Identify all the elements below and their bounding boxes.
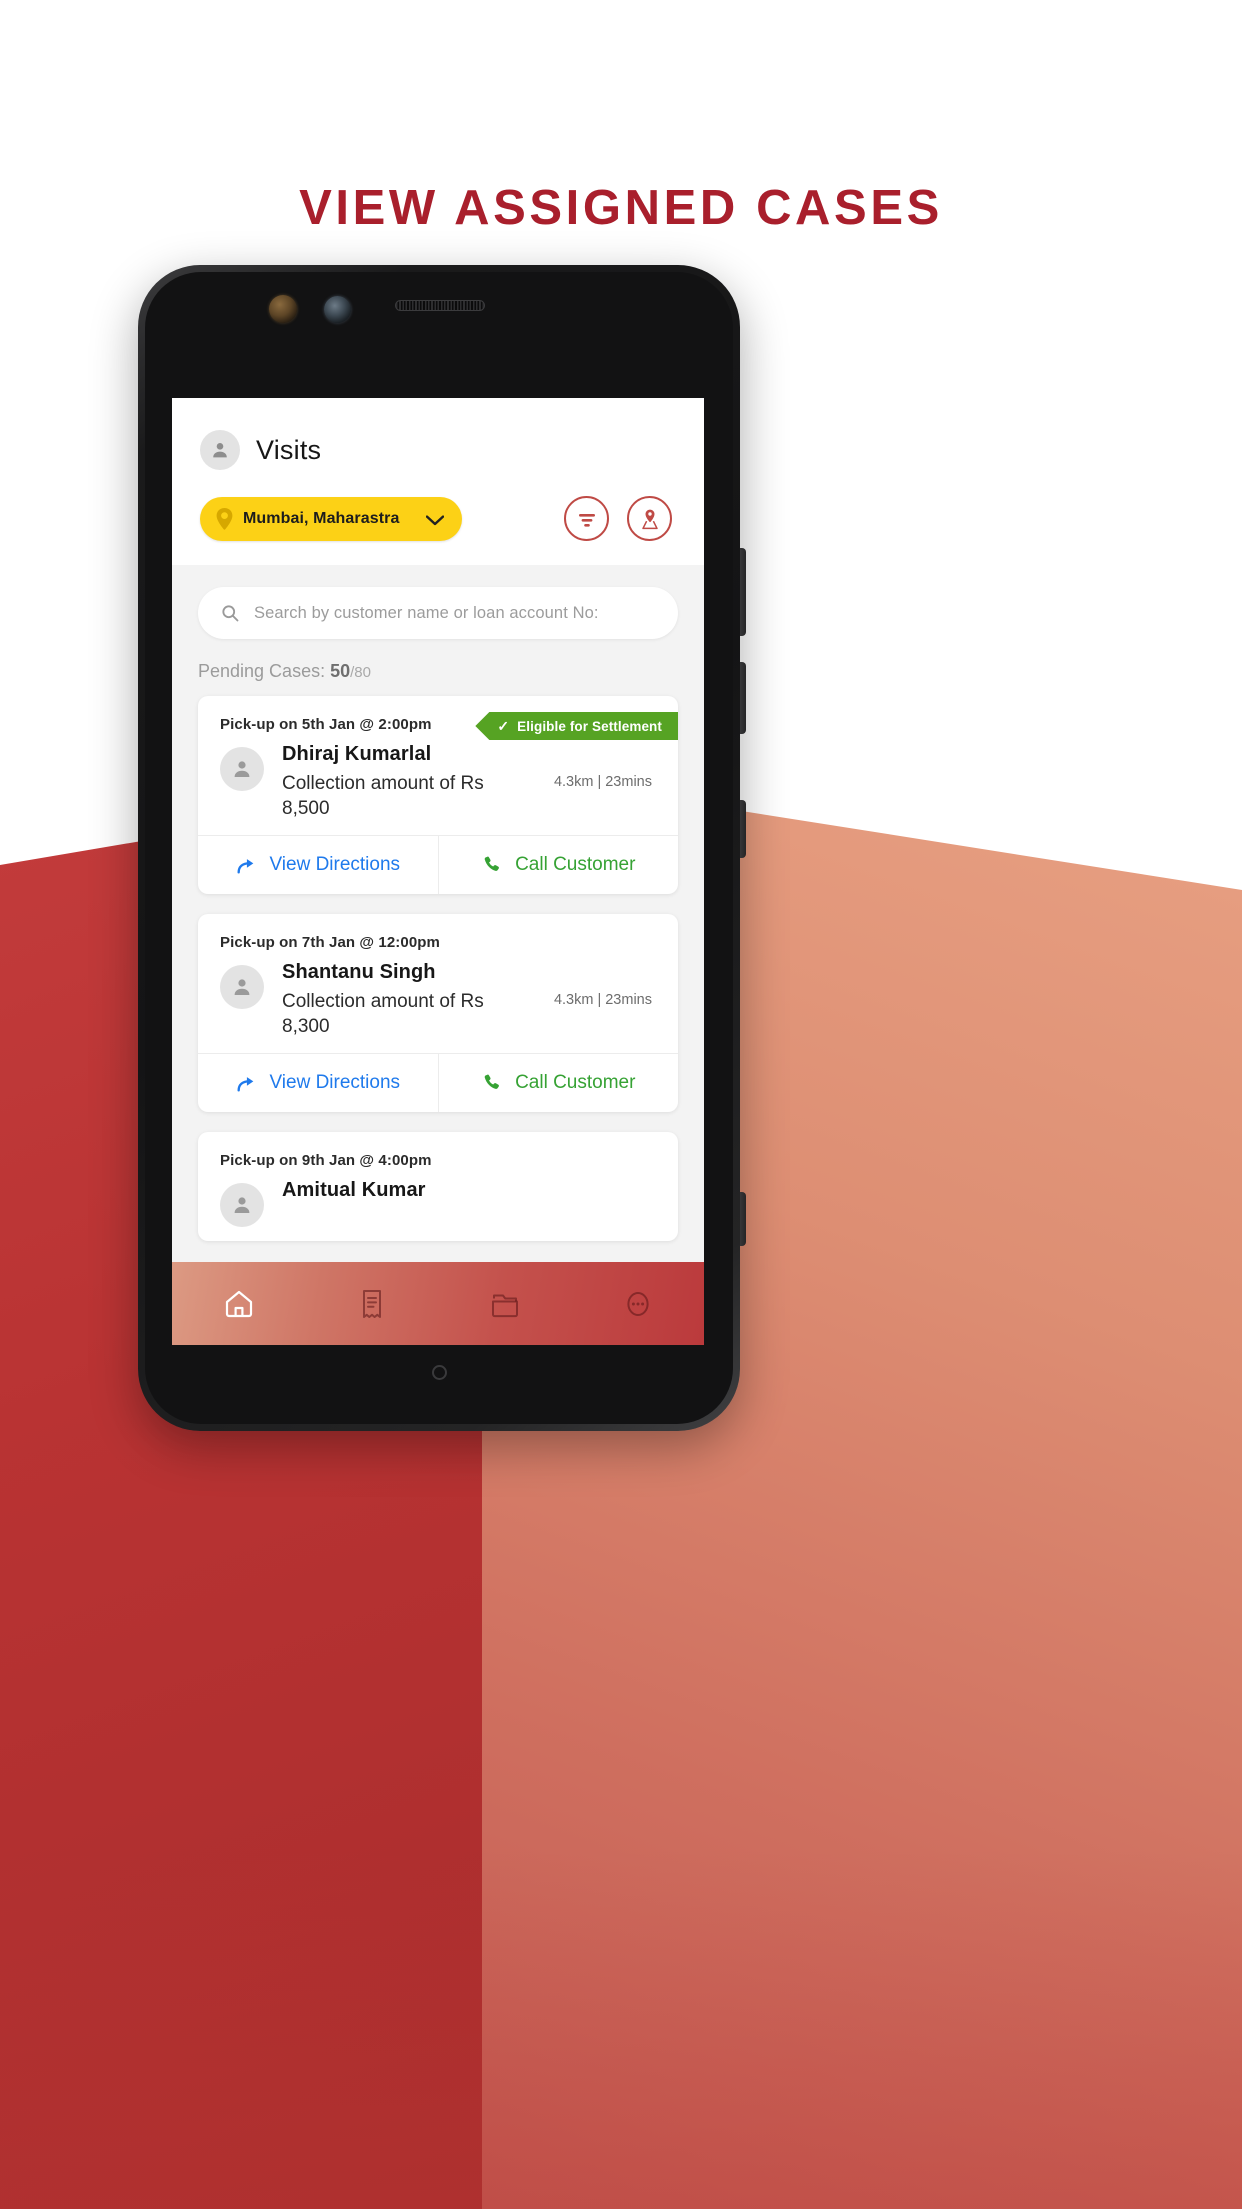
- check-icon: ✓: [497, 717, 510, 734]
- status-badge: ✓ Eligible for Settlement: [475, 712, 678, 740]
- call-customer-label: Call Customer: [515, 1072, 636, 1094]
- view-directions-button[interactable]: View Directions: [198, 1054, 439, 1113]
- case-card[interactable]: Pick-up on 5th Jan @ 2:00pm ✓ Eligible f…: [198, 696, 679, 895]
- pending-text: Pending Cases:: [198, 661, 331, 681]
- app-header: Visits Mumbai, Maharastra: [172, 398, 704, 565]
- view-directions-label: View Directions: [269, 854, 401, 876]
- customer-avatar: [220, 965, 264, 1010]
- home-indicator-dot[interactable]: [432, 1365, 447, 1380]
- customer-info: Shantanu Singh Collection amount of Rs 8…: [282, 961, 536, 1039]
- view-directions-label: View Directions: [269, 1072, 401, 1094]
- screenshot-root: VIEW ASSIGNED CASES Visits Mumbai, Mahar…: [0, 0, 1242, 2209]
- case-card-actions: View Directions Call Customer: [198, 1053, 679, 1113]
- filter-icon: [578, 513, 595, 527]
- nav-more[interactable]: [571, 1287, 704, 1321]
- customer-info: Amitual Kumar: [282, 1179, 656, 1202]
- front-camera-icon: [324, 296, 351, 323]
- map-person-icon: [641, 509, 658, 529]
- customer-row: Dhiraj Kumarlal Collection amount of Rs …: [220, 733, 656, 821]
- case-card[interactable]: Pick-up on 9th Jan @ 4:00pm Amitual Kuma…: [198, 1132, 678, 1242]
- search-icon: [222, 605, 239, 622]
- filter-button[interactable]: [564, 496, 609, 541]
- pickup-time: Pick-up on 7th Jan @ 12:00pm: [220, 934, 440, 952]
- location-label: Mumbai, Maharastra: [243, 509, 400, 527]
- person-icon: [234, 761, 250, 777]
- customer-row: Shantanu Singh Collection amount of Rs 8…: [220, 951, 656, 1039]
- person-icon: [234, 1197, 250, 1214]
- app-body: Search by customer name or loan account …: [172, 565, 704, 1345]
- folder-icon: [491, 1294, 518, 1317]
- collection-amount: Collection amount of Rs 8,300: [282, 991, 484, 1038]
- nav-home[interactable]: [172, 1287, 305, 1321]
- background-fade: [0, 1849, 1242, 2209]
- directions-arrow-icon: [237, 859, 254, 874]
- page-title: VIEW ASSIGNED CASES: [299, 181, 943, 235]
- case-card-body: Pick-up on 9th Jan @ 4:00pm Amitual Kuma…: [198, 1132, 678, 1241]
- customer-name: Shantanu Singh: [282, 961, 436, 984]
- status-badge-label: Eligible for Settlement: [517, 718, 662, 734]
- home-icon: [225, 1290, 252, 1317]
- customer-avatar: [220, 747, 264, 791]
- app-screen: Visits Mumbai, Maharastra Search by cust…: [172, 398, 704, 1345]
- header-controls-row: Mumbai, Maharastra: [200, 496, 676, 565]
- directions-arrow-icon: [237, 1077, 254, 1092]
- customer-row: Amitual Kumar: [220, 1169, 656, 1228]
- distance-eta: 4.3km | 23mins: [553, 992, 652, 1009]
- search-section: Search by customer name or loan account …: [172, 565, 704, 639]
- location-selector[interactable]: Mumbai, Maharastra: [200, 496, 462, 541]
- phone-icon: [484, 1074, 500, 1090]
- map-view-button[interactable]: [627, 496, 672, 541]
- customer-avatar: [220, 1183, 264, 1228]
- customer-info: Dhiraj Kumarlal Collection amount of Rs …: [282, 743, 536, 821]
- person-icon: [213, 443, 227, 458]
- header-title-row: Visits: [200, 430, 676, 470]
- avatar[interactable]: [200, 430, 240, 470]
- header-action-buttons: [564, 496, 672, 541]
- case-card[interactable]: Pick-up on 7th Jan @ 12:00pm Shantanu Si…: [198, 914, 679, 1113]
- proximity-sensor-icon: [269, 295, 297, 323]
- collection-amount: Collection amount of Rs 8,500: [282, 773, 484, 820]
- pickup-time: Pick-up on 9th Jan @ 4:00pm: [220, 1152, 432, 1170]
- receipt-icon: [362, 1289, 381, 1318]
- app-title: Visits: [256, 434, 322, 465]
- case-card-body: Pick-up on 7th Jan @ 12:00pm Shantanu Si…: [198, 914, 678, 1053]
- pending-cases-label: Pending Cases: 50/80: [172, 639, 704, 696]
- map-pin-icon: [216, 507, 233, 530]
- earpiece-speaker: [395, 300, 485, 311]
- call-customer-button[interactable]: Call Customer: [439, 836, 679, 894]
- customer-name: Amitual Kumar: [282, 1179, 426, 1202]
- search-placeholder: Search by customer name or loan account …: [254, 603, 599, 622]
- cases-list: Pick-up on 5th Jan @ 2:00pm ✓ Eligible f…: [172, 696, 704, 1242]
- more-icon: [626, 1291, 649, 1316]
- distance-eta: 4.3km | 23mins: [553, 774, 652, 791]
- pending-count: 50: [330, 661, 351, 681]
- phone-icon: [484, 856, 500, 872]
- view-directions-button[interactable]: View Directions: [198, 836, 439, 895]
- call-customer-label: Call Customer: [515, 854, 636, 876]
- chevron-down-icon: [425, 513, 444, 526]
- case-card-body: Pick-up on 5th Jan @ 2:00pm ✓ Eligible f…: [198, 696, 678, 835]
- bottom-navigation: [172, 1262, 704, 1345]
- pending-total: /80: [350, 664, 371, 681]
- customer-name: Dhiraj Kumarlal: [282, 743, 432, 765]
- call-customer-button[interactable]: Call Customer: [439, 1054, 679, 1112]
- nav-receipts[interactable]: [305, 1287, 438, 1321]
- search-input[interactable]: Search by customer name or loan account …: [198, 587, 678, 639]
- nav-folder[interactable]: [438, 1287, 571, 1321]
- person-icon: [234, 979, 250, 996]
- case-card-actions: View Directions Call Customer: [198, 835, 679, 895]
